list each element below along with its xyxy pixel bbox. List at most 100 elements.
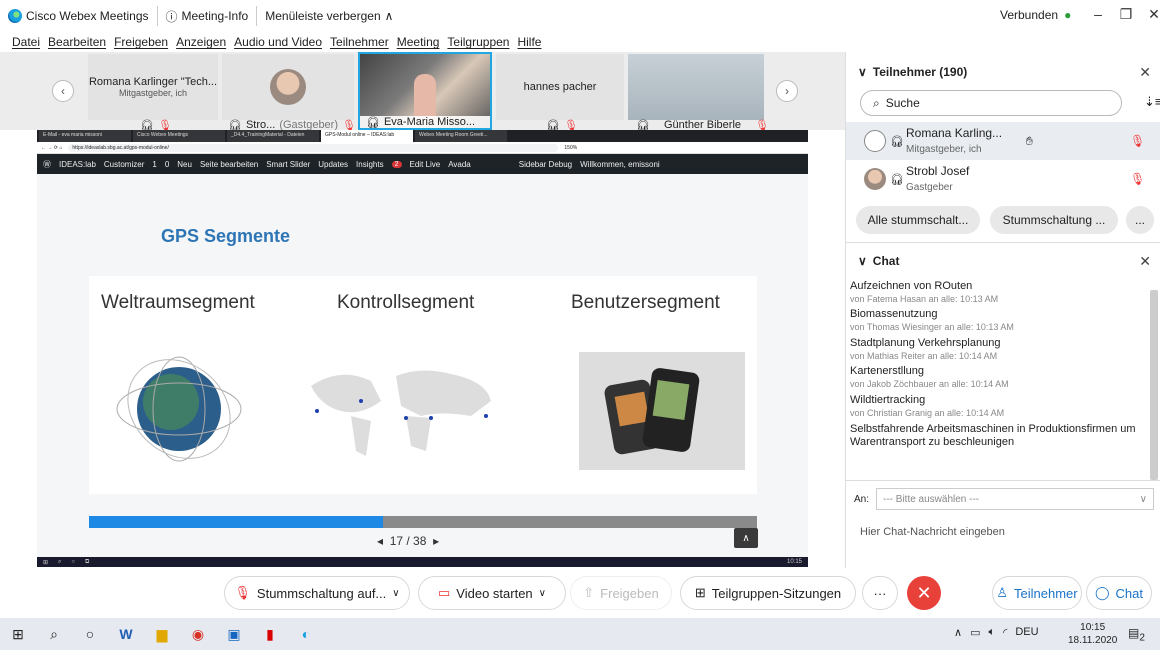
- headset-icon: 🎧︎: [890, 135, 904, 148]
- wp-welcome: Willkommen, emissoni: [580, 159, 660, 169]
- sort-icon[interactable]: ⇣≡: [1144, 94, 1160, 110]
- video-tile-strobl[interactable]: [222, 54, 354, 120]
- participant-name: Romana Karling...: [906, 126, 1003, 140]
- video-tile-hannes[interactable]: hannes pacher: [496, 54, 624, 120]
- wifi-icon[interactable]: ◜: [1003, 626, 1007, 639]
- menu-teilgruppen[interactable]: Teilgruppen: [447, 35, 509, 49]
- menu-teilnehmer[interactable]: Teilnehmer: [330, 35, 389, 49]
- meeting-info-button[interactable]: ⓘ Meeting-Info: [158, 6, 258, 26]
- chrome-icon[interactable]: ◉: [180, 618, 216, 650]
- share-button[interactable]: ⇧ Freigeben: [570, 576, 672, 610]
- webex-icon[interactable]: ◐: [288, 618, 324, 650]
- mute-all-label: Alle stummschalt...: [867, 213, 969, 227]
- chevron-up-icon[interactable]: ∧: [954, 626, 962, 639]
- slide-progress-bar[interactable]: [89, 516, 757, 528]
- more-button[interactable]: ···: [862, 576, 898, 610]
- end-call-button[interactable]: ✕: [907, 576, 941, 610]
- cortana-icon[interactable]: ○: [72, 618, 108, 650]
- connection-status: Verbunden ●: [1000, 8, 1071, 22]
- person-icon: ♙: [996, 585, 1009, 600]
- segment-kontroll: Kontrollsegment: [337, 292, 475, 313]
- mic-muted-icon: 🎙︎: [234, 585, 251, 600]
- window-controls: – ❐ ✕: [1086, 6, 1160, 23]
- close-icon[interactable]: ✕: [1142, 6, 1160, 23]
- search-icon: ⌕: [873, 95, 880, 110]
- volume-icon[interactable]: 🔈︎: [988, 626, 995, 639]
- breakout-sessions-button[interactable]: ⊞ Teilgruppen-Sitzungen: [680, 576, 856, 610]
- hand-icon: ✋︎: [1026, 133, 1033, 148]
- clock[interactable]: 10:15 18.11.2020: [1068, 621, 1117, 647]
- menu-meeting[interactable]: Meeting: [397, 35, 440, 49]
- menu-hilfe[interactable]: Hilfe: [517, 35, 541, 49]
- filmstrip-prev-button[interactable]: ‹: [52, 80, 74, 102]
- participants-title: Teilnehmer (190): [872, 65, 968, 79]
- menu-anzeigen[interactable]: Anzeigen: [176, 35, 226, 49]
- video-tile-guenther[interactable]: [628, 54, 764, 120]
- mute-button[interactable]: 🎙︎ Stummschaltung auf... ∨: [224, 576, 410, 610]
- more-options-button[interactable]: ...: [1126, 206, 1154, 234]
- recipient-select[interactable]: --- Bitte auswählen --- ∨: [876, 488, 1154, 510]
- avatar: [864, 130, 886, 152]
- chat-button[interactable]: ◯ Chat: [1086, 576, 1152, 610]
- browser-tabs: E-Mail - eva maria missoni Cisco Webex M…: [37, 130, 808, 142]
- chat-message-text: Stadtplanung Verkehrsplanung: [850, 337, 1001, 349]
- menu-audio-video[interactable]: Audio und Video: [234, 35, 322, 49]
- menu-bar: Datei Bearbeiten Freigeben Anzeigen Audi…: [0, 32, 845, 52]
- headset-icon: 🎧︎: [890, 173, 904, 186]
- prev-slide-icon[interactable]: ◂: [377, 534, 383, 548]
- windows-start-icon[interactable]: ⊞: [0, 618, 36, 650]
- chat-scrollbar[interactable]: [1150, 290, 1158, 480]
- word-icon[interactable]: W: [108, 618, 144, 650]
- video-tile-eva-maria-active[interactable]: 🎧︎ Eva-Maria Misso...: [358, 52, 492, 130]
- mic-muted-icon[interactable]: 🎙︎: [1130, 172, 1145, 186]
- collapse-button[interactable]: ∧: [734, 528, 758, 548]
- participants-button[interactable]: ♙ Teilnehmer: [992, 576, 1082, 610]
- mic-muted-icon[interactable]: 🎙︎: [1130, 134, 1145, 148]
- slide-title: GPS Segmente: [161, 226, 291, 246]
- outlook-icon[interactable]: ▣: [216, 618, 252, 650]
- tile-name: Romana Karlinger "Tech...: [88, 76, 218, 88]
- clock-date: 18.11.2020: [1068, 635, 1118, 646]
- minimize-icon[interactable]: –: [1086, 6, 1110, 23]
- participant-row[interactable]: 🎧︎ Strobl Josef Gastgeber 🎙︎: [846, 160, 1160, 198]
- participants-header[interactable]: ∨ Teilnehmer (190) ✕: [846, 54, 1160, 90]
- restore-icon[interactable]: ❐: [1114, 6, 1138, 23]
- next-slide-icon[interactable]: ▸: [433, 534, 439, 548]
- filmstrip-next-button[interactable]: ›: [776, 80, 798, 102]
- headset-icon: 🎧︎: [366, 116, 380, 129]
- notification-icon[interactable]: ▤2: [1128, 626, 1145, 643]
- wp-customizer: Customizer: [103, 159, 145, 169]
- browser-url-bar: ← → ⟳ ⌂ https://ideaslab.sbg.ac.at/gps-m…: [37, 142, 808, 154]
- participant-row[interactable]: 🎧︎ Romana Karling... Mitgastgeber, ich ✋…: [846, 122, 1160, 160]
- chat-input[interactable]: Hier Chat-Nachricht eingeben: [860, 526, 1005, 538]
- segment-benutzer: Benutzersegment: [571, 292, 720, 313]
- close-chat-icon[interactable]: ✕: [1139, 253, 1151, 270]
- wp-updates-count: 1: [152, 159, 157, 169]
- chat-message-meta: von Christian Granig an alle: 10:14 AM: [850, 408, 1005, 418]
- language-indicator[interactable]: DEU: [1015, 626, 1038, 639]
- wp-insights-badge: 2: [391, 160, 402, 168]
- mute-options-button[interactable]: Stummschaltung ...: [990, 206, 1118, 234]
- battery-icon[interactable]: ▭: [970, 626, 980, 639]
- video-off-icon: ▭: [438, 585, 451, 600]
- video-tile-romana[interactable]: Romana Karlinger "Tech... Mitgastgeber, …: [88, 54, 218, 120]
- divider: [846, 480, 1160, 481]
- search-icon[interactable]: ⌕: [36, 618, 72, 650]
- wp-smart-slider: Smart Slider: [266, 159, 311, 169]
- tile-role: Mitgastgeber, ich: [118, 88, 188, 98]
- file-explorer-icon[interactable]: ▆: [144, 618, 180, 650]
- meeting-toolbar: 🎙︎ Stummschaltung auf... ∨ ▭ Video starten ∨…: [0, 568, 1160, 618]
- menu-toggle-button[interactable]: Menüleiste verbergen ∧: [257, 6, 401, 26]
- mute-all-button[interactable]: Alle stummschalt...: [856, 206, 980, 234]
- menu-freigeben[interactable]: Freigeben: [114, 35, 168, 49]
- satellite-globe-image: [116, 356, 242, 462]
- menu-bearbeiten[interactable]: Bearbeiten: [48, 35, 106, 49]
- start-video-button[interactable]: ▭ Video starten ∨: [418, 576, 566, 610]
- recipient-value: --- Bitte auswählen ---: [883, 493, 980, 505]
- close-participants-icon[interactable]: ✕: [1139, 64, 1151, 81]
- shared-clock: 10:15: [786, 559, 802, 565]
- participant-search-input[interactable]: ⌕ Suche: [860, 90, 1122, 116]
- netflix-icon[interactable]: ▮: [252, 618, 288, 650]
- menu-datei[interactable]: Datei: [12, 35, 40, 49]
- chat-header[interactable]: ∨ Chat ✕: [846, 243, 1160, 279]
